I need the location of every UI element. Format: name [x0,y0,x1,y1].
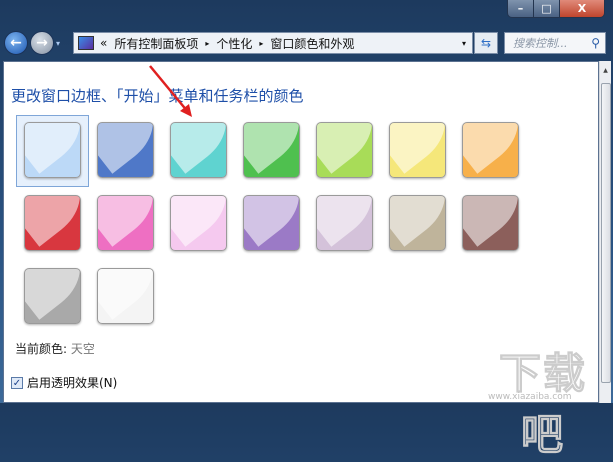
color-swatch-purple[interactable] [243,195,300,251]
forward-button[interactable]: → [30,31,54,55]
search-icon[interactable]: ⚲ [591,36,600,50]
address-dropdown[interactable]: ▾ [462,39,466,48]
refresh-button[interactable]: ⇆ [474,32,498,54]
breadcrumb-personalization[interactable]: 个性化 [216,35,252,52]
color-swatch-lime[interactable] [316,122,373,178]
color-swatch-sky[interactable] [24,122,81,178]
color-swatch-gray[interactable] [24,268,81,324]
window-controls: – □ X [507,0,605,18]
checkbox-checked-icon[interactable]: ✓ [11,376,23,389]
color-swatch-red[interactable] [24,195,81,251]
scroll-thumb[interactable] [601,83,611,383]
transparency-label: 启用透明效果(N) [27,376,118,390]
color-swatch-teal[interactable] [170,122,227,178]
recent-pages-dropdown[interactable]: ▾ [56,39,60,48]
address-overflow[interactable]: « [100,36,107,50]
color-swatch-yellow[interactable] [389,122,446,178]
breadcrumb-separator[interactable]: ▸ [259,39,263,48]
control-panel-icon [78,36,94,50]
color-swatch-light-pink[interactable] [170,195,227,251]
search-input[interactable]: 搜索控制... ⚲ [504,32,606,54]
color-swatch-brown[interactable] [462,195,519,251]
back-button[interactable]: ← [4,31,28,55]
current-color: 当前颜色: 天空 [15,340,95,357]
color-swatch-orange[interactable] [462,122,519,178]
scroll-up-arrow[interactable]: ▲ [600,67,611,74]
current-color-value: 天空 [70,342,95,356]
color-swatch-blue[interactable] [97,122,154,178]
close-button[interactable]: X [560,0,604,17]
current-color-label: 当前颜色: [15,342,68,356]
color-swatch-lavender[interactable] [316,195,373,251]
breadcrumb-window-color[interactable]: 窗口颜色和外观 [270,35,354,52]
minimize-button[interactable]: – [508,0,534,17]
color-swatch-green[interactable] [243,122,300,178]
search-placeholder: 搜索控制... [513,37,568,50]
navigation-buttons: ← → ▾ [4,31,60,55]
maximize-button[interactable]: □ [534,0,560,17]
refresh-icon: ⇆ [480,36,492,50]
breadcrumb-separator[interactable]: ▸ [205,39,209,48]
color-swatch-pink[interactable] [97,195,154,251]
breadcrumb-all-items[interactable]: 所有控制面板项 [114,35,198,52]
color-swatch-khaki[interactable] [389,195,446,251]
page-title: 更改窗口边框、「开始」菜单和任务栏的颜色 [11,87,304,105]
transparency-checkbox[interactable]: ✓ 启用透明效果(N) [11,374,117,391]
watermark-url: www.xiazaiba.com [488,392,572,402]
address-bar[interactable]: « 所有控制面板项 ▸ 个性化 ▸ 窗口颜色和外观 ▾ [73,32,473,54]
color-swatch-white[interactable] [97,268,154,324]
